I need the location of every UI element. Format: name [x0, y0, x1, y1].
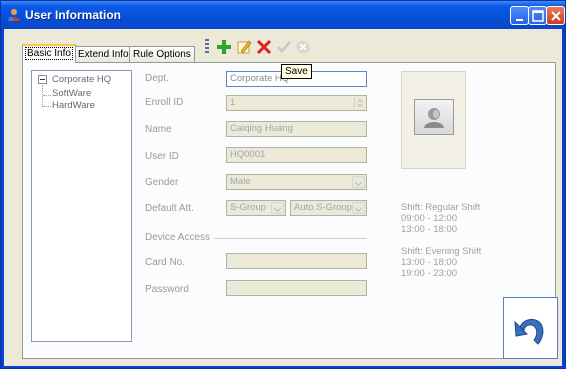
add-icon[interactable] [215, 38, 233, 56]
back-button[interactable] [503, 297, 558, 359]
chevron-down-icon[interactable] [352, 176, 365, 188]
shift-regular-time-1: 09:00 - 12:00 [401, 213, 457, 224]
tab-rule-options-label: Rule Options [133, 49, 191, 60]
shift-regular: Shift: Regular Shift 09:00 - 12:00 13:00… [401, 202, 480, 235]
enroll-id-value: 1 [230, 97, 236, 108]
tab-extend-info-label: Extend Info [78, 49, 129, 60]
toolbar-grip[interactable] [205, 39, 209, 55]
record-toolbar [205, 37, 323, 57]
shift-evening-time-2: 19:00 - 23:00 [401, 268, 457, 279]
shift-regular-name: Shift: Regular Shift [401, 202, 481, 213]
confirm-icon[interactable] [275, 38, 293, 56]
maximize-button[interactable] [528, 6, 547, 25]
att-group-value: S-Group [230, 202, 266, 213]
tab-extend-info[interactable]: Extend Info [74, 46, 133, 62]
gender-label: Gender [145, 177, 179, 188]
tree-item-hardware[interactable]: HardWare [52, 100, 95, 111]
chevron-down-icon[interactable] [352, 202, 365, 214]
tab-basic-info[interactable]: Basic Info [22, 44, 76, 63]
password-field[interactable] [226, 280, 367, 296]
user-app-icon [8, 9, 20, 21]
user-id-field[interactable]: HQ0001 [226, 147, 367, 163]
user-id-label: User ID [145, 151, 179, 162]
undo-arrow-icon [514, 319, 544, 345]
dept-label: Dept. [145, 73, 169, 84]
enroll-id-label: Enroll ID [145, 97, 184, 108]
password-label: Password [145, 284, 189, 295]
shift-regular-time-2: 13:00 - 18:00 [401, 224, 457, 235]
tree-item-corporate-hq[interactable]: Corporate HQ [52, 74, 111, 85]
auto-group-select[interactable]: Auto.S-Group [290, 200, 367, 216]
auto-group-value: Auto.S-Group [294, 202, 353, 213]
tab-rule-options[interactable]: Rule Options [129, 46, 195, 62]
department-tree[interactable]: Corporate HQ SoftWare HardWare [31, 70, 132, 342]
tree-connector [43, 106, 51, 107]
cancel-icon[interactable] [294, 38, 312, 56]
tree-item-software[interactable]: SoftWare [52, 88, 91, 99]
title-bar[interactable]: User Information [1, 1, 565, 29]
name-value: Caiqing Huang [230, 123, 293, 134]
gender-value: Male [230, 176, 251, 187]
spin-arrows-icon[interactable] [354, 97, 365, 109]
photo-button[interactable] [414, 99, 454, 135]
shift-evening-time-1: 13:00 - 18:00 [401, 257, 457, 268]
close-button[interactable] [546, 6, 565, 25]
gender-select[interactable]: Male [226, 174, 367, 190]
shift-evening-name: Shift: Evening Shift [401, 246, 482, 257]
default-att-label: Default Att. [145, 203, 194, 214]
close-icon [551, 11, 561, 21]
delete-icon[interactable] [255, 38, 273, 56]
enroll-id-field[interactable]: 1 [226, 95, 367, 111]
window-title: User Information [25, 8, 122, 22]
shift-evening: Shift: Evening Shift 13:00 - 18:00 19:00… [401, 246, 481, 279]
tab-basic-info-label: Basic Info [25, 47, 73, 60]
edit-icon[interactable] [235, 38, 253, 56]
card-no-field[interactable] [226, 253, 367, 269]
tree-connector [42, 85, 43, 107]
user-id-value: HQ0001 [230, 149, 266, 160]
minimize-button[interactable] [510, 6, 529, 25]
device-access-label: Device Access [145, 232, 211, 243]
att-group-select[interactable]: S-Group [226, 200, 286, 216]
chevron-down-icon[interactable] [271, 202, 284, 214]
photo-frame [401, 71, 466, 169]
name-label: Name [145, 124, 172, 135]
save-tooltip: Save [281, 64, 312, 79]
name-field[interactable]: Caiqing Huang [226, 121, 367, 137]
tree-collapse-icon[interactable] [38, 75, 47, 84]
card-no-label: Card No. [145, 257, 186, 268]
user-photo-icon [424, 108, 444, 128]
device-access-divider [214, 238, 367, 239]
tree-connector [43, 95, 51, 96]
